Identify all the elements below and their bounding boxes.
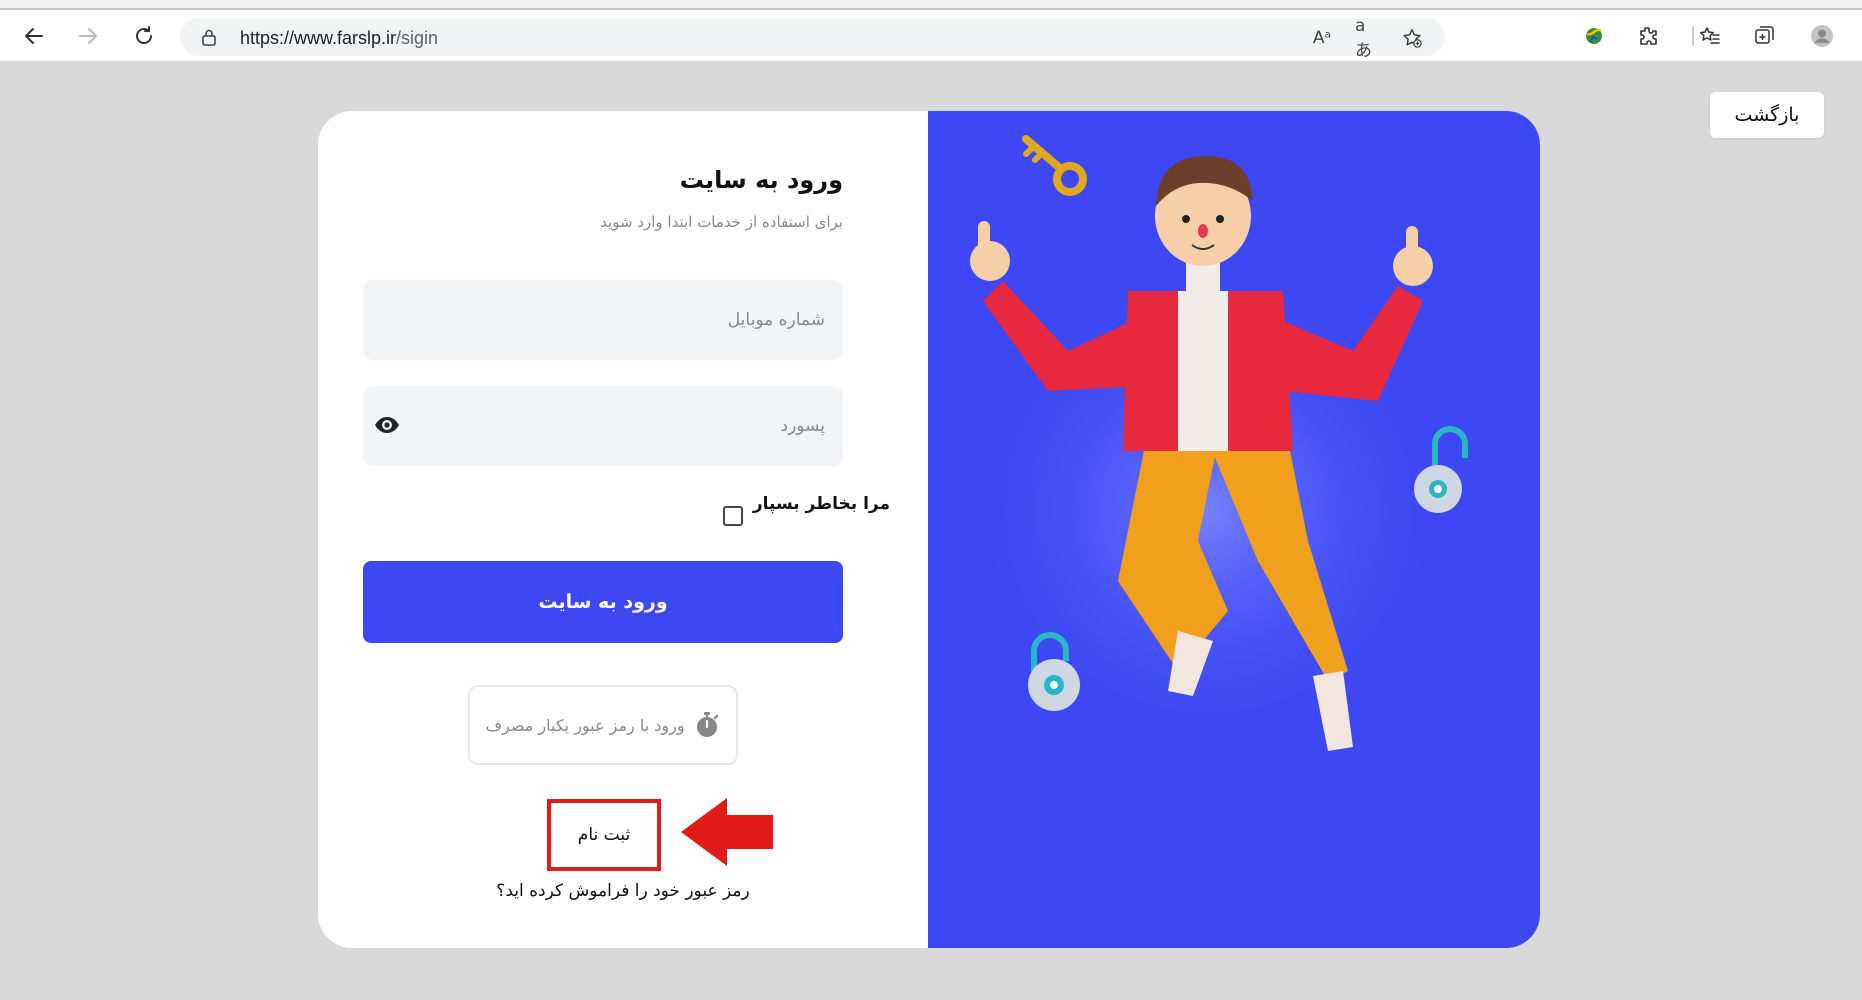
read-aloud-icon[interactable]: Aᵃ bbox=[1310, 26, 1334, 50]
red-arrow-icon bbox=[681, 798, 773, 866]
url-text[interactable]: https://www.farslp.ir/sigin bbox=[240, 28, 438, 49]
extension-globe-icon[interactable] bbox=[1578, 20, 1610, 52]
register-link[interactable]: ثبت نام bbox=[547, 799, 661, 871]
profile-avatar-icon[interactable] bbox=[1806, 20, 1838, 52]
remember-me-label: مرا بخاطر بسپار bbox=[752, 494, 890, 514]
password-input[interactable] bbox=[363, 386, 843, 466]
refresh-icon[interactable] bbox=[128, 20, 160, 52]
translate-icon[interactable]: aあ bbox=[1355, 16, 1379, 61]
password-field[interactable] bbox=[363, 386, 843, 466]
lock-icon[interactable] bbox=[200, 28, 218, 46]
login-button[interactable]: ورود به سایت bbox=[363, 561, 843, 643]
stopwatch-icon bbox=[696, 712, 718, 737]
url-path: /sigin bbox=[396, 28, 439, 48]
collections-icon[interactable] bbox=[1748, 20, 1780, 52]
back-button[interactable]: بازگشت bbox=[1710, 92, 1824, 138]
eye-icon[interactable] bbox=[373, 413, 401, 437]
url-host: https://www.farslp.ir bbox=[240, 28, 397, 48]
remember-me-checkbox[interactable] bbox=[722, 506, 743, 526]
otp-login-button[interactable]: ورود با رمز عبور یکبار مصرف bbox=[468, 685, 738, 765]
forgot-password-link[interactable]: رمز عبور خود را فراموش کرده اید؟ bbox=[318, 881, 928, 901]
mobile-input[interactable] bbox=[363, 280, 843, 360]
forward-arrow-icon[interactable] bbox=[72, 20, 104, 52]
hero-illustration bbox=[928, 111, 1540, 948]
address-bar[interactable]: https://www.farslp.ir/sigin Aᵃ aあ bbox=[180, 16, 1445, 61]
jumping-character-illustration bbox=[968, 135, 1468, 751]
otp-login-label: ورود با رمز عبور یکبار مصرف bbox=[485, 715, 685, 735]
key-icon bbox=[1022, 135, 1087, 196]
remember-me[interactable]: مرا بخاطر بسپار bbox=[722, 494, 890, 526]
page-subtitle: برای استفاده از خدمات ابتدا وارد شوید bbox=[600, 213, 843, 231]
extensions-puzzle-icon[interactable] bbox=[1632, 20, 1664, 52]
page-title: ورود به سایت bbox=[679, 166, 843, 194]
browser-toolbar: https://www.farslp.ir/sigin Aᵃ aあ bbox=[0, 10, 1862, 62]
mobile-field[interactable] bbox=[363, 280, 843, 360]
login-card: ورود به سایت برای استفاده از خدمات ابتدا… bbox=[318, 111, 1540, 948]
add-favorite-icon[interactable] bbox=[1400, 26, 1424, 50]
login-form: ورود به سایت برای استفاده از خدمات ابتدا… bbox=[318, 111, 928, 948]
tab-strip bbox=[0, 0, 1862, 12]
favorites-icon[interactable] bbox=[1694, 20, 1726, 52]
back-arrow-icon[interactable] bbox=[18, 20, 50, 52]
